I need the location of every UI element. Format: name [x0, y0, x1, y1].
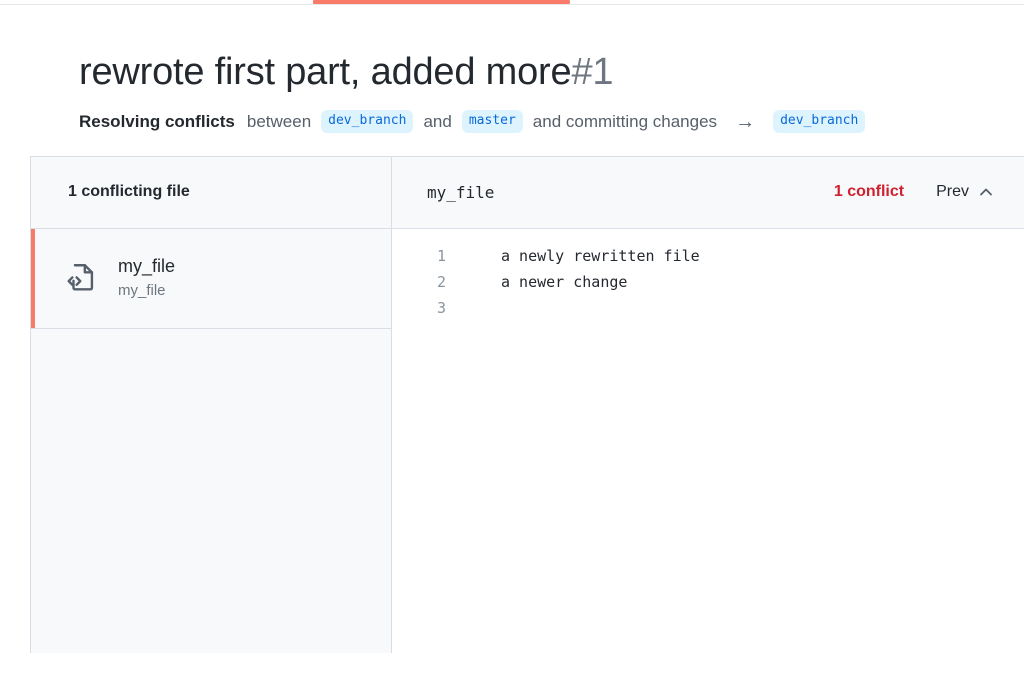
prev-conflict-button[interactable]: Prev	[936, 183, 994, 201]
subtitle-committing-label: and committing changes	[532, 111, 718, 131]
chevron-up-icon	[978, 184, 994, 200]
conflict-editor-pane: my_file 1 conflict Prev 1 a newly rewrit…	[392, 156, 1024, 653]
pull-request-title-text: rewrote first part, added more	[79, 51, 572, 93]
file-list: my_file my_file	[31, 228, 391, 653]
subtitle-action-label: Resolving conflicts	[79, 111, 235, 131]
code-line: 3	[392, 295, 1024, 321]
file-list-item-my_file[interactable]: my_file my_file	[31, 228, 391, 329]
code-line: 1 a newly rewritten file	[392, 243, 1024, 269]
sidebar-header: 1 conflicting file	[31, 156, 391, 229]
tab-strip	[0, 0, 1024, 5]
conflict-count-badge: 1 conflict	[833, 183, 905, 200]
line-number: 2	[436, 272, 446, 291]
editor-header: my_file 1 conflict Prev	[392, 156, 1024, 229]
conflicting-files-count-label: 1 conflicting file	[68, 183, 190, 200]
editor-filename-label: my_file	[427, 182, 495, 202]
result-branch-pill[interactable]: dev_branch	[773, 110, 866, 133]
conflict-subtitle: Resolving conflicts between dev_branch a…	[79, 110, 1024, 134]
line-content[interactable]: a newly rewritten file	[446, 243, 700, 269]
line-number: 1	[436, 246, 446, 265]
conflicting-files-sidebar: 1 conflicting file my_file my_file	[30, 156, 392, 653]
file-item-name: my_file	[118, 256, 176, 276]
page-title: rewrote first part, added more#1	[79, 49, 1024, 97]
page-header: rewrote first part, added more#1 Resolvi…	[0, 5, 1024, 134]
prev-conflict-label: Prev	[936, 183, 969, 200]
file-item-meta: my_file my_file	[118, 254, 175, 302]
arrow-right-icon: →	[735, 110, 756, 133]
code-file-icon	[65, 261, 99, 295]
target-branch-pill[interactable]: master	[461, 110, 523, 133]
subtitle-between-label: between	[246, 111, 312, 131]
pull-request-number: #1	[571, 51, 614, 93]
source-branch-pill[interactable]: dev_branch	[321, 110, 414, 133]
line-number: 3	[436, 298, 446, 317]
code-editor[interactable]: 1 a newly rewritten file 2 a newer chang…	[392, 228, 1024, 653]
file-item-path: my_file	[118, 282, 166, 299]
active-tab-underline	[313, 0, 570, 4]
code-line: 2 a newer change	[392, 269, 1024, 295]
line-content[interactable]: a newer change	[446, 269, 627, 295]
subtitle-and-label: and	[423, 111, 452, 131]
conflict-resolver: 1 conflicting file my_file my_file my_fi…	[30, 155, 1024, 653]
